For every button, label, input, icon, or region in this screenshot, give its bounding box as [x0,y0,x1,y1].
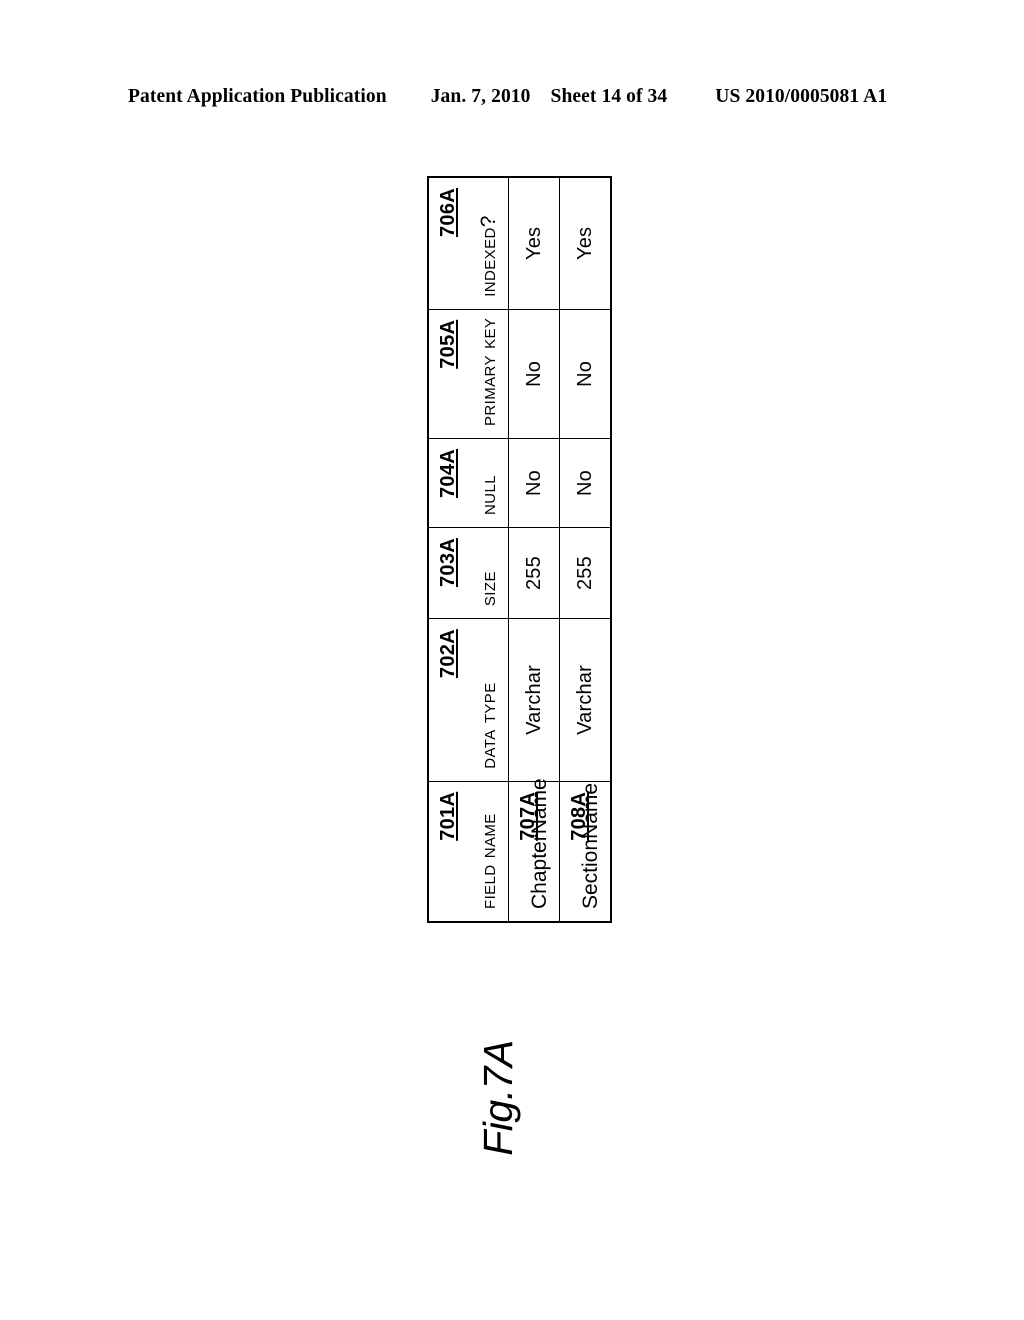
value-indexed: Yes [574,226,596,260]
header-cell-indexed: Indexed? 706A [428,177,509,310]
header-cell-size: Size 703A [428,527,509,619]
value-data-type: Varchar [574,664,596,735]
header-ref-field-name: 701A [437,791,459,841]
table-row: ChapterName 707A Varchar 255 No No Yes [508,177,560,922]
header-label-size: Size [477,571,500,607]
figure-area: Fig.7A Field Name 701A Data Type 702A [0,0,1024,1320]
cell-primary-key: No [559,309,611,439]
header-label-field-name: Field Name [477,813,500,909]
cell-data-type: Varchar [508,618,560,782]
header-label-primary-key: Primary Key [477,317,500,427]
cell-size: 255 [508,527,560,619]
table-row: SectionName 708A Varchar 255 No No Yes [559,177,611,922]
figure-caption: Fig.7A [475,1040,521,1156]
cell-indexed: Yes [559,177,611,310]
header-ref-null: 704A [437,449,459,499]
value-indexed: Yes [523,226,545,260]
table-header-row: Field Name 701A Data Type 702A Size [428,177,509,922]
cell-field-name: ChapterName 707A [508,778,560,922]
cell-field-name: SectionName 708A [559,781,611,922]
value-primary-key: No [523,360,545,387]
header-ref-primary-key: 705A [437,319,459,369]
header-ref-data-type: 702A [437,629,459,679]
row-ref-field-name: 708A [568,791,590,841]
cell-null: No [508,438,560,528]
header-ref-size: 703A [437,538,459,588]
cell-indexed: Yes [508,177,560,310]
cell-primary-key: No [508,309,560,439]
header-label-indexed: Indexed? [477,215,500,297]
cell-null: No [559,438,611,528]
value-size: 255 [523,556,545,591]
value-data-type: Varchar [523,664,545,735]
header-cell-data-type: Data Type 702A [428,618,509,782]
value-null: No [523,470,545,496]
value-size: 255 [574,556,596,591]
header-cell-primary-key: Primary Key 705A [428,309,509,439]
header-cell-field-name: Field Name 701A [428,781,509,922]
cell-size: 255 [559,527,611,619]
value-primary-key: No [574,360,596,387]
cell-data-type: Varchar [559,618,611,782]
rotated-figure-content: Fig.7A Field Name 701A Data Type 702A [427,176,635,1198]
value-null: No [574,470,596,496]
schema-table: Field Name 701A Data Type 702A Size [427,176,612,923]
header-ref-indexed: 706A [437,188,459,238]
row-ref-field-name: 707A [517,791,539,841]
patent-figure-page: Patent Application Publication Jan. 7, 2… [0,0,1024,1320]
header-label-null: Null [477,475,500,516]
header-label-data-type: Data Type [477,682,500,769]
header-cell-null: Null 704A [428,438,509,528]
